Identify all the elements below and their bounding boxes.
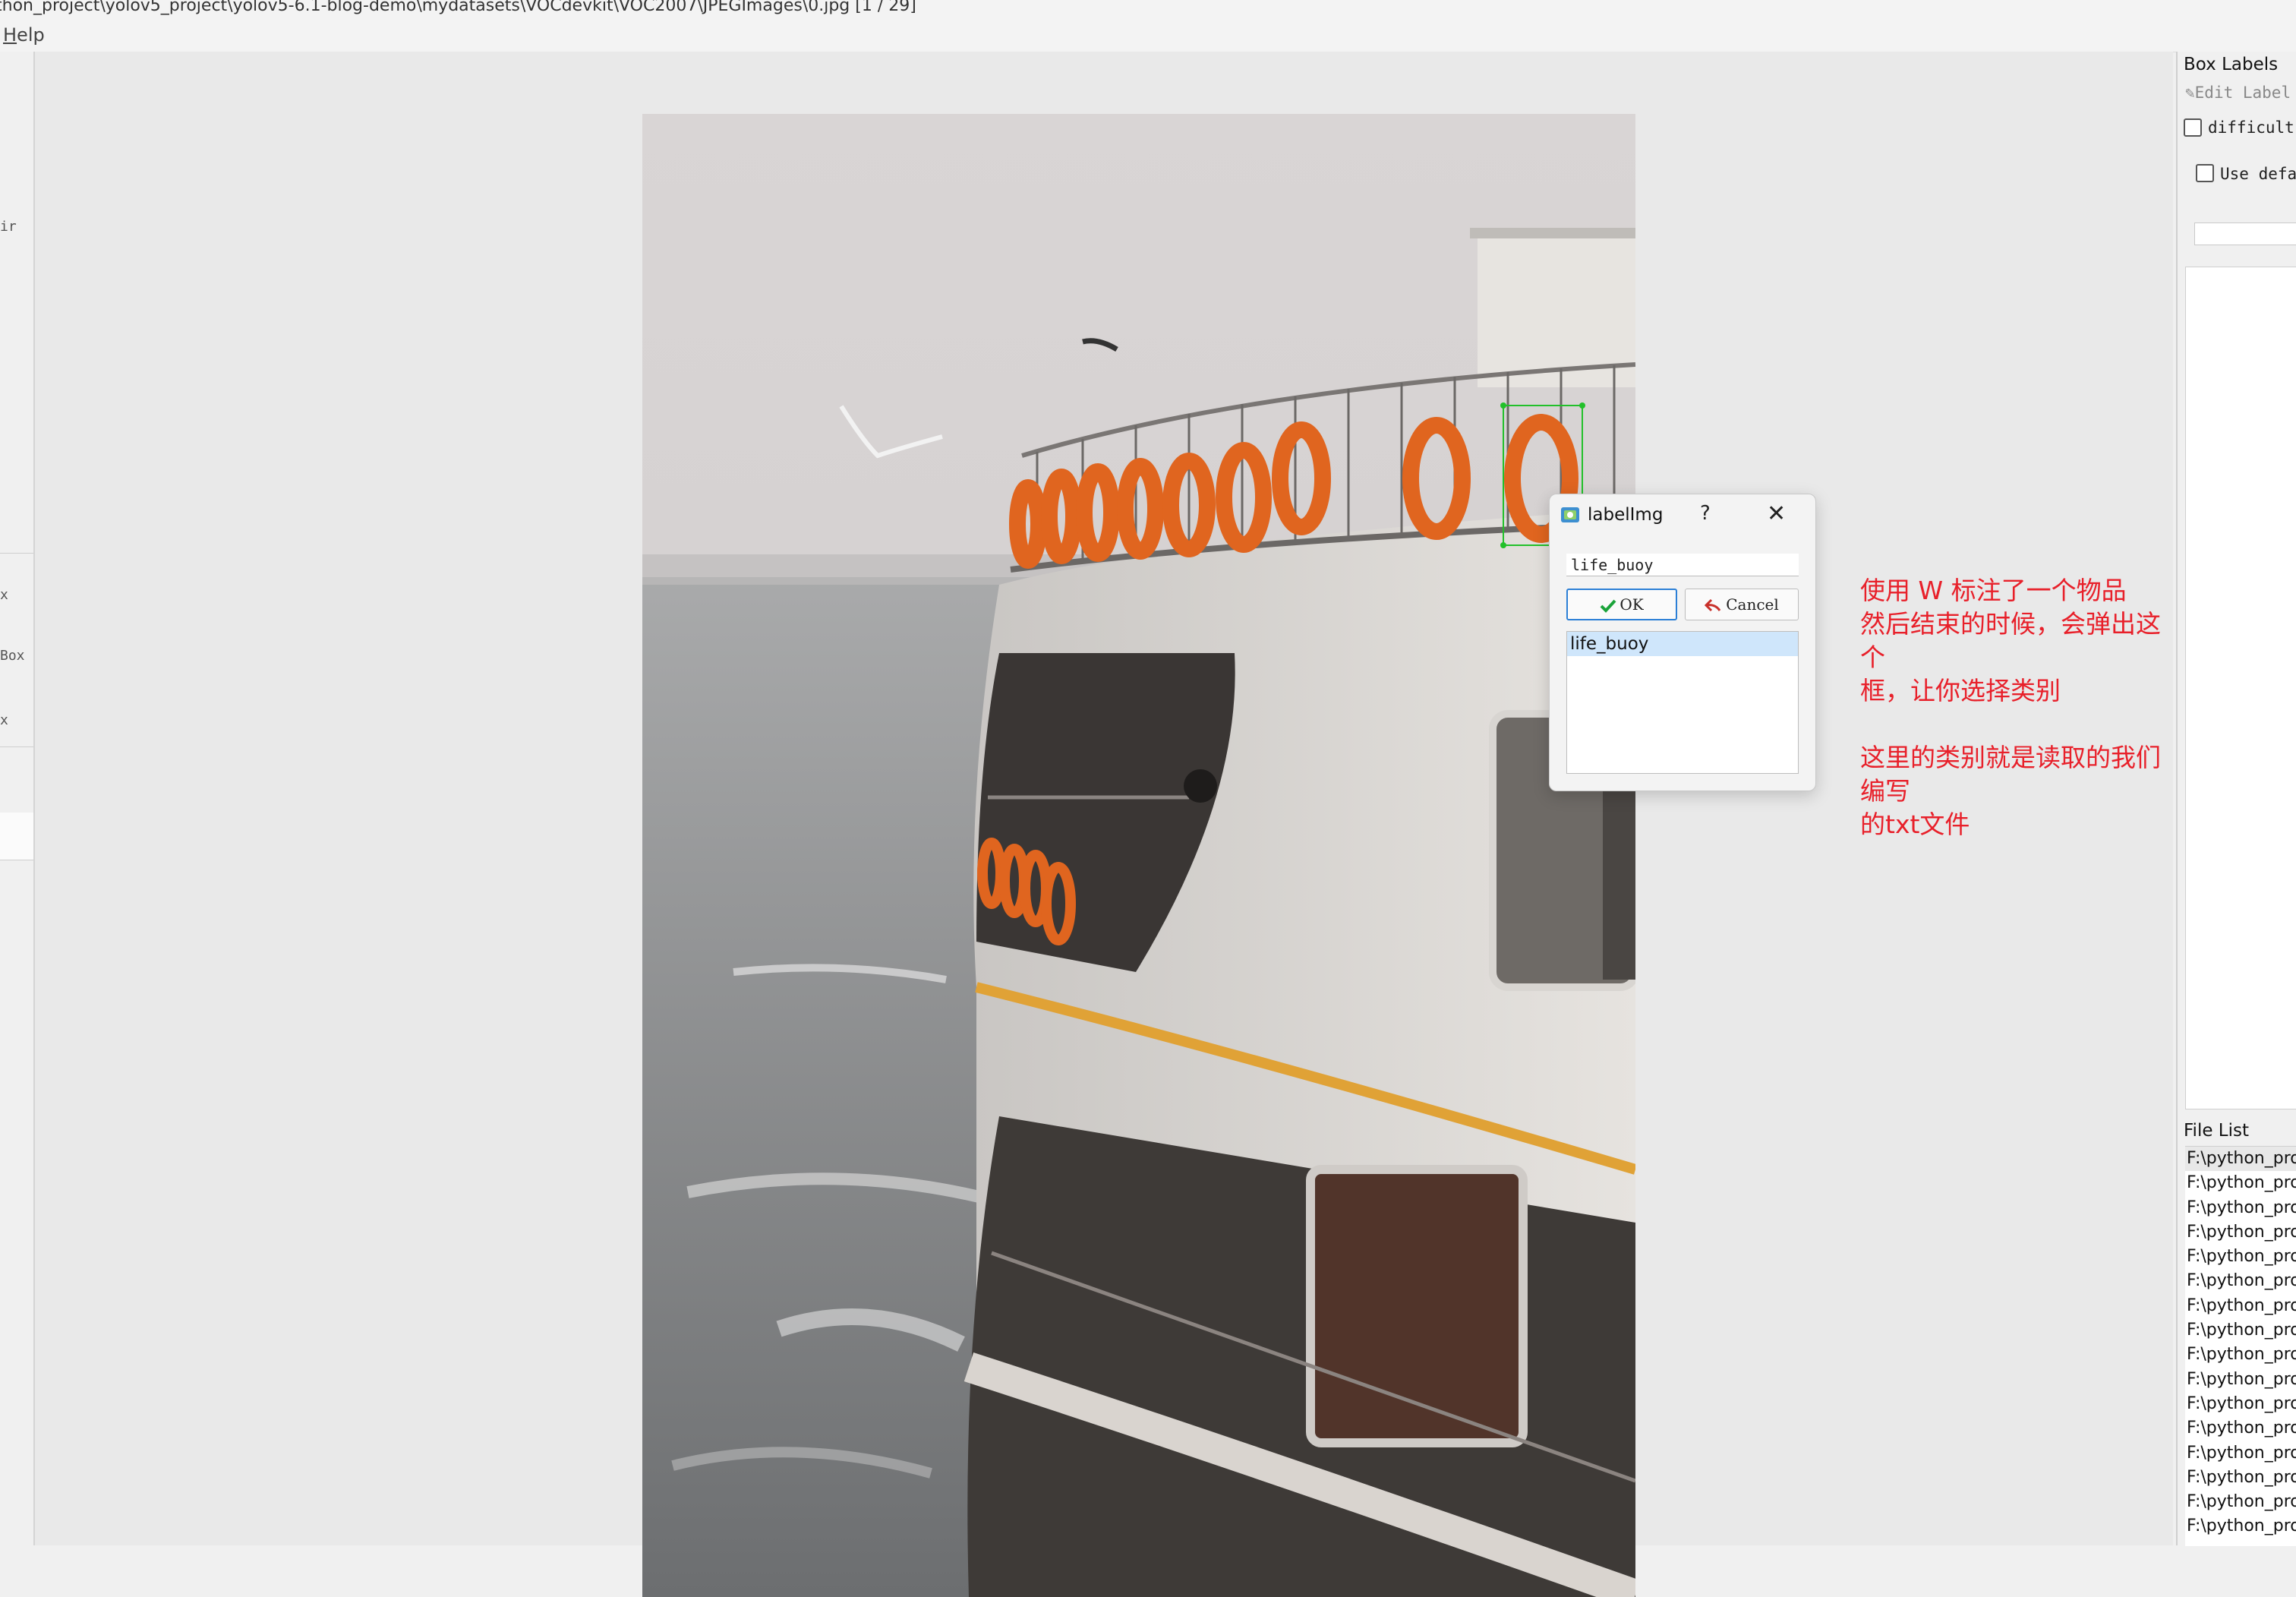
window-title-bar: thon_project\yolov5_project\yolov5-6.1-b… [0,0,2296,21]
left-toolbar: ir x Box x [0,52,35,1545]
toolbar-separator [0,746,33,747]
file-list-item[interactable]: F:\python_pro [2185,1343,2296,1367]
close-icon[interactable]: ✕ [1767,500,1786,527]
toolbar-zoom-field[interactable] [0,813,33,860]
file-list-item[interactable]: F:\python_pro [2185,1368,2296,1392]
annotation-line: 框，让你选择类别 [1860,676,2061,705]
box-label-list[interactable] [2185,267,2296,1109]
annotated-image[interactable] [642,114,1635,1597]
ok-button-label: OK [1620,595,1644,614]
file-list[interactable]: F:\python_pro F:\python_pro F:\python_pro F… [2185,1146,2296,1546]
labelimg-app-icon [1561,507,1579,522]
difficult-checkbox[interactable] [2184,118,2202,137]
dialog-title: labelImg [1588,505,1664,525]
file-list-item[interactable]: F:\python_pro [2185,1220,2296,1245]
file-list-item[interactable]: F:\python_pro [2185,1171,2296,1195]
toolbar-separator [0,553,33,554]
annotation-line: 然后结束的时候，会弹出这个 [1860,609,2161,672]
menu-help[interactable]: Help [3,24,45,46]
box-labels-title: Box Labels [2184,55,2279,74]
help-icon[interactable]: ? [1700,502,1711,525]
annotation-line: 这里的类别就是读取的我们编写 [1860,743,2161,806]
label-input[interactable] [1566,554,1799,576]
file-list-item[interactable]: F:\python_pro [2185,1318,2296,1343]
difficult-label: difficult [2208,118,2294,137]
ferry-photo [642,114,1635,1597]
checkmark-icon [1600,599,1616,613]
file-list-item[interactable]: F:\python_pro [2185,1196,2296,1220]
use-default-label-text: Use defau [2220,165,2296,183]
file-list-item[interactable]: F:\python_pro [2185,1245,2296,1269]
file-list-item[interactable]: F:\python_pro [2185,1514,2296,1539]
file-list-item[interactable]: F:\python_pro [2185,1466,2296,1490]
label-list[interactable]: life_buoy [1566,631,1799,774]
file-list-item[interactable]: F:\python_pro [2185,1416,2296,1441]
annotation-note-2: 这里的类别就是读取的我们编写 的txt文件 [1860,741,2173,841]
label-list-item[interactable]: life_buoy [1567,632,1798,656]
default-label-combo[interactable] [2194,223,2296,245]
annotation-note-1: 使用 W 标注了一个物品 然后结束的时候，会弹出这个 框，让你选择类别 [1860,574,2173,708]
file-list-item[interactable]: F:\python_pro [2185,1294,2296,1318]
file-list-item[interactable]: F:\python_pro [2185,1392,2296,1416]
undo-arrow-icon [1705,598,1721,611]
cancel-button[interactable]: Cancel [1685,589,1799,620]
cancel-button-label: Cancel [1726,595,1779,614]
annotation-line: 的txt文件 [1860,810,1970,839]
ok-button[interactable]: OK [1566,589,1677,620]
toolbar-action-fragment[interactable]: x [0,587,8,603]
window-title: thon_project\yolov5_project\yolov5-6.1-b… [0,0,916,15]
edit-label-button[interactable]: ✎Edit Label [2185,84,2291,102]
toolbar-create-box-fragment[interactable]: Box [0,648,25,664]
edit-icon: ✎ [2185,84,2195,102]
annotation-line: 使用 W 标注了一个物品 [1860,576,2127,605]
file-list-item[interactable]: F:\python_pro [2185,1441,2296,1466]
file-list-title: File List [2184,1121,2250,1141]
right-dock: Box Labels ✎Edit Label difficult Use def… [2176,52,2296,1546]
file-list-item[interactable]: F:\python_pro [2185,1269,2296,1293]
label-dialog: labelImg ? ✕ OK Cancel life_buoy [1549,494,1816,791]
toolbar-open-dir-fragment[interactable]: ir [0,219,17,235]
toolbar-action-fragment[interactable]: x [0,712,8,728]
canvas-area[interactable]: labelImg ? ✕ OK Cancel life_buoy 使用 W 标注… [35,52,2173,1597]
use-default-label-checkbox[interactable] [2196,164,2214,182]
edit-label-text: Edit Label [2194,84,2291,102]
file-list-item[interactable]: F:\python_pro [2185,1147,2296,1172]
menu-bar: Help [0,21,2296,52]
file-list-item[interactable]: F:\python_pro [2185,1490,2296,1514]
